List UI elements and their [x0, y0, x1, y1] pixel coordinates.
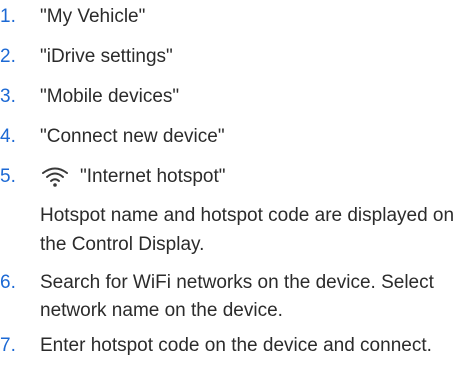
step-2: 2. "iDrive settings" — [0, 42, 476, 72]
step-6: 6. Search for WiFi networks on the devic… — [0, 269, 476, 329]
step-text: Search for WiFi networks on the device. … — [40, 272, 434, 321]
step-number: 7. — [0, 335, 16, 356]
step-text: Enter hotspot code on the device and con… — [40, 335, 432, 356]
step-number: 5. — [0, 166, 16, 187]
step-3: 3. "Mobile devices" — [0, 82, 476, 112]
step-number: 4. — [0, 126, 16, 147]
step-number: 6. — [0, 272, 16, 293]
step-text: "Connect new device" — [40, 126, 225, 147]
step-1: 1. "My Vehicle" — [0, 2, 476, 32]
note-text: Hotspot name and hotspot code are dis­pl… — [40, 205, 455, 255]
step-5: 5. "Internet hotspot" — [0, 162, 476, 192]
step-number: 1. — [0, 6, 16, 27]
step-7: 7. Enter hotspot code on the device and … — [0, 332, 476, 392]
instruction-list: 1. "My Vehicle" 2. "iDrive settings" 3. … — [0, 0, 476, 379]
step-text: "Mobile devices" — [40, 86, 180, 107]
step-text: "iDrive settings" — [40, 46, 173, 67]
step-number: 3. — [0, 86, 16, 107]
wifi-icon — [40, 166, 70, 188]
step-text: "My Vehicle" — [40, 6, 146, 27]
step-text: "Internet hotspot" — [80, 166, 226, 187]
step-number: 2. — [0, 46, 16, 67]
step-4: 4. "Connect new device" — [0, 122, 476, 152]
